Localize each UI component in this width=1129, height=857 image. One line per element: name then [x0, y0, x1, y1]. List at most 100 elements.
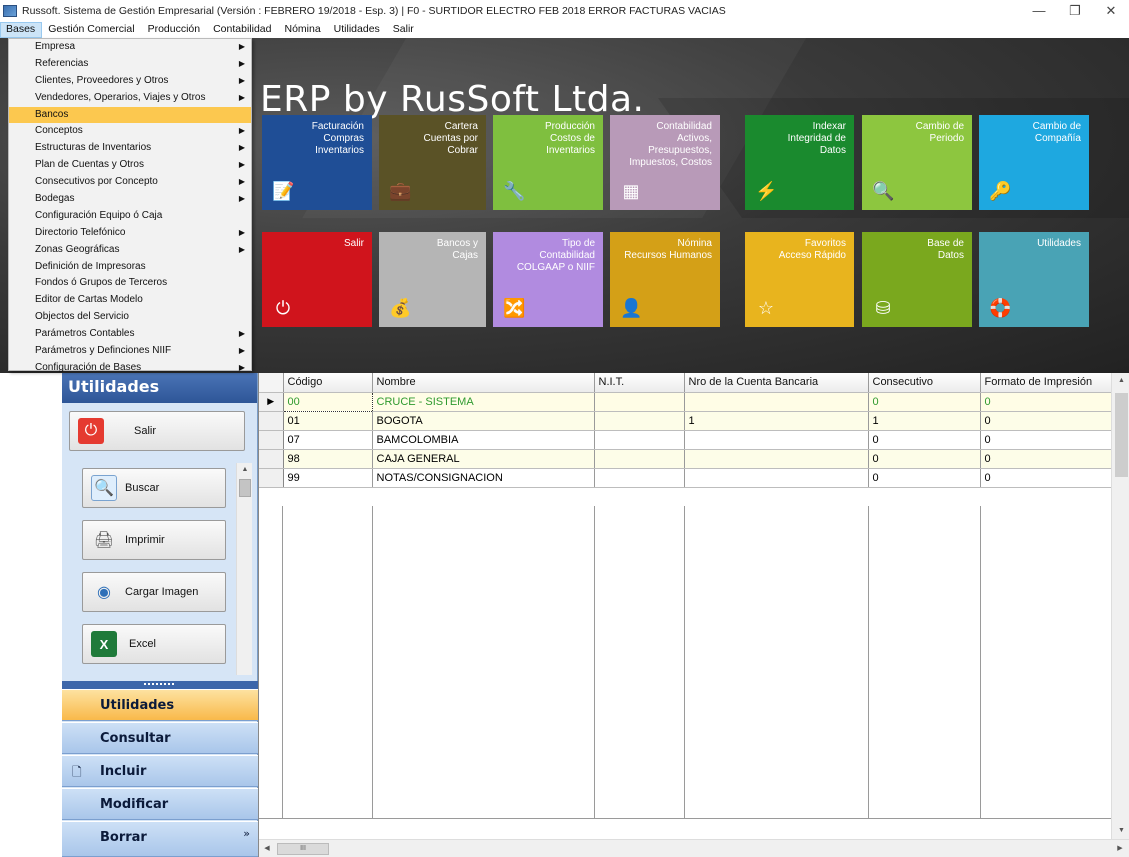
restore-button[interactable]: ❐	[1057, 0, 1093, 22]
minimize-button[interactable]: —	[1021, 0, 1057, 22]
cell-nombre[interactable]: NOTAS/CONSIGNACION	[372, 468, 595, 488]
menu-item-bancos[interactable]: Bancos	[9, 106, 251, 124]
menu-item-bodegas[interactable]: Bodegas ▶	[9, 191, 251, 208]
nav-borrar[interactable]: Borrar »	[62, 821, 258, 857]
tile-bancos-cajas[interactable]: Bancos y Cajas 💰	[379, 232, 486, 327]
cell-consecutivo[interactable]: 0	[868, 430, 981, 450]
menu-item-estructuras-de-inventarios[interactable]: Estructuras de Inventarios ▶	[9, 140, 251, 157]
menu-nomina[interactable]: Nómina	[278, 22, 327, 38]
menu-item-plan-de-cuentas-y-otros[interactable]: Plan de Cuentas y Otros ▶	[9, 157, 251, 174]
tile-utilidades[interactable]: Utilidades 🛟	[979, 232, 1089, 327]
cell-consecutivo[interactable]: 0	[868, 392, 981, 412]
tile-indexar[interactable]: Indexar Integridad de Datos ⚡	[745, 115, 854, 210]
cell-nit[interactable]	[594, 411, 685, 431]
cell-formato-impresion[interactable]: 0	[980, 449, 1112, 469]
cell-formato-impresion[interactable]: 0	[980, 430, 1112, 450]
cell-nombre[interactable]: CRUCE - SISTEMA	[372, 392, 595, 412]
menu-item-fondos-ó-grupos-de-terceros[interactable]: Fondos ó Grupos de Terceros	[9, 275, 251, 292]
menu-item-configuración-de-bases[interactable]: Configuración de Bases ▶	[9, 360, 251, 377]
tile-salir[interactable]: Salir ⏻	[262, 232, 372, 327]
tile-nomina[interactable]: Nómina Recursos Humanos 👤	[610, 232, 720, 327]
menu-produccion[interactable]: Producción	[142, 22, 208, 38]
cell-consecutivo[interactable]: 0	[868, 468, 981, 488]
cell-consecutivo[interactable]: 0	[868, 449, 981, 469]
cell-cuenta-bancaria[interactable]	[684, 449, 869, 469]
column-header-codigo[interactable]: Código	[283, 373, 373, 393]
cell-cuenta-bancaria[interactable]: 1	[684, 411, 869, 431]
row-selector[interactable]	[259, 449, 284, 469]
cell-nit[interactable]	[594, 392, 685, 412]
excel-button[interactable]: X Excel	[82, 624, 226, 664]
cell-nit[interactable]	[594, 449, 685, 469]
cell-codigo[interactable]: 98	[283, 449, 373, 469]
cell-cuenta-bancaria[interactable]	[684, 468, 869, 488]
imprimir-button[interactable]: 🖨 Imprimir	[82, 520, 226, 560]
menu-item-directorio-telefónico[interactable]: Directorio Telefónico ▶	[9, 225, 251, 242]
nav-incluir[interactable]: 🗋 Incluir	[62, 755, 258, 787]
menu-item-configuración-equipo-ó-caja[interactable]: Configuración Equipo ó Caja	[9, 208, 251, 225]
tile-cambio-periodo[interactable]: Cambio de Periodo 🔍	[862, 115, 972, 210]
column-header-nit[interactable]: N.I.T.	[594, 373, 685, 393]
cell-codigo[interactable]: 99	[283, 468, 373, 488]
scroll-up-icon[interactable]: ▲	[237, 463, 253, 477]
tile-contabilidad[interactable]: Contabilidad Activos, Presupuestos, Impu…	[610, 115, 720, 210]
menu-gestion-comercial[interactable]: Gestión Comercial	[42, 22, 141, 38]
menu-item-objectos-del-servicio[interactable]: Objectos del Servicio	[9, 309, 251, 326]
row-selector[interactable]	[259, 468, 284, 488]
column-header-formato-impresion[interactable]: Formato de Impresión	[980, 373, 1112, 393]
grid-vscroll-thumb[interactable]	[1115, 393, 1128, 477]
menu-salir[interactable]: Salir	[387, 22, 421, 38]
menu-item-consecutivos-por-concepto[interactable]: Consecutivos por Concepto ▶	[9, 174, 251, 191]
cell-consecutivo[interactable]: 1	[868, 411, 981, 431]
menu-bases[interactable]: Bases	[0, 22, 43, 38]
cell-codigo[interactable]: 07	[283, 430, 373, 450]
table-row[interactable]: ▶ 00 CRUCE - SISTEMA 0 0	[259, 391, 1112, 412]
menu-item-parámetros-y-definciones-niif[interactable]: Parámetros y Definciones NIIF ▶	[9, 343, 251, 360]
menu-item-referencias[interactable]: Referencias ▶	[9, 56, 251, 73]
tile-facturacion[interactable]: Facturación Compras Inventarios 📝	[262, 115, 372, 210]
table-row[interactable]: 99 NOTAS/CONSIGNACION 0 0	[259, 468, 1112, 488]
salir-button[interactable]: ⏻ Salir	[69, 411, 245, 451]
sidebar-scroll-thumb[interactable]	[239, 479, 251, 497]
cell-nombre[interactable]: CAJA GENERAL	[372, 449, 595, 469]
row-selector[interactable]	[259, 430, 284, 450]
cell-formato-impresion[interactable]: 0	[980, 468, 1112, 488]
scroll-right-icon[interactable]: ▶	[1112, 840, 1128, 857]
cell-nit[interactable]	[594, 430, 685, 450]
menu-contabilidad[interactable]: Contabilidad	[207, 22, 278, 38]
nav-consultar[interactable]: Consultar	[62, 722, 258, 754]
cell-nombre[interactable]: BOGOTA	[372, 411, 595, 431]
sidebar-splitter[interactable]	[62, 681, 258, 689]
cell-formato-impresion[interactable]: 0	[980, 411, 1112, 431]
scroll-down-icon[interactable]: ▼	[1112, 823, 1129, 839]
close-button[interactable]: ✕	[1093, 0, 1129, 22]
table-row[interactable]: 98 CAJA GENERAL 0 0	[259, 449, 1112, 469]
tile-tipo-contabilidad[interactable]: Tipo de Contabilidad COLGAAP o NIIF 🔀	[493, 232, 603, 327]
row-selector[interactable]: ▶	[259, 392, 284, 412]
menu-item-empresa[interactable]: Empresa ▶	[9, 39, 251, 56]
tile-favoritos[interactable]: Favoritos Acceso Rápido ☆	[745, 232, 854, 327]
cell-codigo[interactable]: 01	[283, 411, 373, 431]
nav-utilidades[interactable]: Utilidades	[62, 689, 258, 721]
scroll-up-icon[interactable]: ▲	[1112, 373, 1129, 389]
grid-hscroll-thumb[interactable]: III	[277, 843, 329, 855]
scroll-left-icon[interactable]: ◀	[259, 840, 275, 857]
menu-item-definición-de-impresoras[interactable]: Definición de Impresoras	[9, 259, 251, 276]
menu-item-vendedores-operarios-viajes-y-otros[interactable]: Vendedores, Operarios, Viajes y Otros ▶	[9, 90, 251, 107]
tile-cartera[interactable]: Cartera Cuentas por Cobrar 💼	[379, 115, 486, 210]
nav-modificar[interactable]: Modificar	[62, 788, 258, 820]
cell-nombre[interactable]: BAMCOLOMBIA	[372, 430, 595, 450]
sidebar-scrollbar[interactable]: ▲	[236, 463, 252, 675]
tile-base-datos[interactable]: Base de Datos ⛁	[862, 232, 972, 327]
cargar-imagen-button[interactable]: ◉ Cargar Imagen	[82, 572, 226, 612]
column-header-nombre[interactable]: Nombre	[372, 373, 595, 393]
menu-utilidades[interactable]: Utilidades	[328, 22, 387, 38]
cell-codigo[interactable]: 00	[282, 391, 373, 412]
menu-item-editor-de-cartas-modelo[interactable]: Editor de Cartas Modelo	[9, 292, 251, 309]
cell-formato-impresion[interactable]: 0	[980, 392, 1112, 412]
grid-horizontal-scrollbar[interactable]: ◀ III ▶	[259, 839, 1129, 857]
cell-nit[interactable]	[594, 468, 685, 488]
table-row[interactable]: 01 BOGOTA 1 1 0	[259, 411, 1112, 431]
menu-item-conceptos[interactable]: Conceptos ▶	[9, 123, 251, 140]
grid-vertical-scrollbar[interactable]: ▲ ▼	[1111, 373, 1129, 839]
